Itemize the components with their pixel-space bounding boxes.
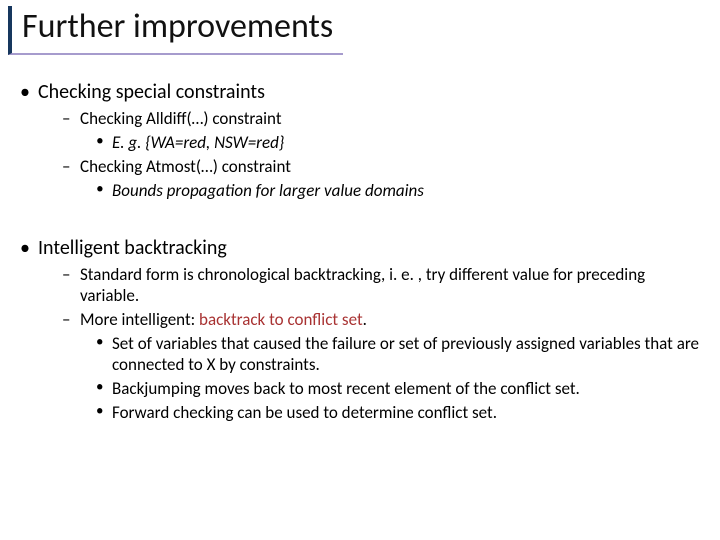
more-intelligent-post: . (363, 309, 367, 330)
bullet-intelligent-backtracking: Intelligent backtracking (18, 236, 702, 260)
more-intelligent-pre: More intelligent: (80, 309, 199, 330)
bullet-more-intelligent: More intelligent: backtrack to conflict … (18, 309, 702, 330)
bullet-set-desc: Set of variables that caused the failure… (18, 333, 702, 375)
bullet-forward-checking: Forward checking can be used to determin… (18, 402, 702, 423)
bullet-alldiff-example: E. g. {WA=red, NSW=red} (18, 132, 702, 153)
bullet-special-constraints: Checking special constraints (18, 80, 702, 104)
spacer (18, 204, 702, 228)
bullet-atmost: Checking Atmost(…) constraint (18, 156, 702, 177)
title-block: Further improvements (8, 6, 343, 55)
slide-title: Further improvements (22, 6, 333, 47)
conflict-set-highlight: backtrack to conflict set (199, 309, 363, 330)
bullet-alldiff: Checking Alldiff(…) constraint (18, 108, 702, 129)
slide-content: Checking special constraints Checking Al… (18, 72, 702, 426)
bullet-backjumping: Backjumping moves back to most recent el… (18, 378, 702, 399)
bullet-atmost-example: Bounds propagation for larger value doma… (18, 180, 702, 201)
bullet-standard-form: Standard form is chronological backtrack… (18, 264, 702, 306)
